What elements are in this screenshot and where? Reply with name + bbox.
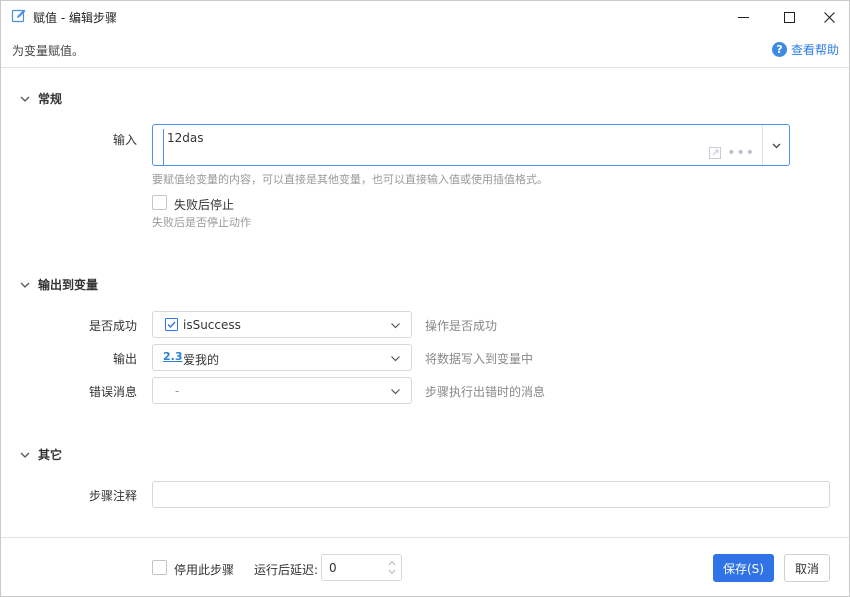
- maximize-button[interactable]: [767, 1, 811, 33]
- delay-stepper[interactable]: 0: [321, 554, 402, 581]
- section-header-other[interactable]: 其它: [19, 446, 62, 463]
- output-variable-select[interactable]: 2.3 爱我的: [152, 344, 412, 371]
- success-note: 操作是否成功: [425, 319, 498, 333]
- output-label: 输出: [112, 352, 137, 366]
- input-hint: 要赋值给变量的内容，可以直接是其他变量，也可以直接输入值或使用插值格式。: [152, 173, 548, 186]
- error-variable-select[interactable]: -: [152, 377, 412, 404]
- section-title: 其它: [38, 448, 63, 462]
- value-input[interactable]: 12das •••: [152, 124, 790, 166]
- success-label: 是否成功: [88, 319, 137, 333]
- edit-icon: [11, 9, 26, 23]
- disable-step-label: 停用此步骤: [174, 563, 235, 577]
- chevron-down-icon: [20, 452, 30, 458]
- success-variable-select[interactable]: isSuccess: [152, 311, 412, 338]
- output-note: 将数据写入到变量中: [425, 352, 534, 366]
- cancel-button[interactable]: 取消: [784, 554, 830, 582]
- expand-icon[interactable]: [709, 147, 722, 159]
- stop-on-fail-label: 失败后停止: [174, 198, 235, 212]
- chevron-down-icon: [20, 96, 30, 102]
- input-dropdown-button[interactable]: [762, 125, 789, 165]
- more-icon[interactable]: •••: [727, 146, 755, 160]
- close-button[interactable]: [807, 1, 850, 33]
- section-header-general[interactable]: 常规: [19, 90, 62, 107]
- error-note: 步骤执行出错时的消息: [425, 385, 546, 399]
- title-bar: 赋值 - 编辑步骤: [1, 1, 849, 33]
- section-title: 常规: [38, 92, 63, 106]
- step-note-input[interactable]: [152, 481, 830, 508]
- step-note-label: 步骤注释: [88, 489, 137, 503]
- number-type-icon: 2.3: [163, 350, 183, 363]
- window-title: 赋值 - 编辑步骤: [33, 11, 117, 25]
- section-header-output[interactable]: 输出到变量: [19, 276, 98, 293]
- checkbox-checked-icon: [165, 318, 178, 331]
- output-variable-value: 爱我的: [183, 353, 220, 367]
- success-variable-value: isSuccess: [183, 318, 241, 332]
- header-divider: [1, 67, 849, 68]
- chevron-down-icon: [20, 282, 30, 288]
- input-focus-bar: [163, 129, 164, 165]
- chevron-down-icon: [772, 143, 780, 148]
- help-link[interactable]: ? 查看帮助: [771, 41, 839, 58]
- help-label: 查看帮助: [790, 43, 839, 57]
- chevron-down-icon: [391, 356, 400, 362]
- section-title: 输出到变量: [38, 278, 99, 292]
- chevron-up-icon[interactable]: [388, 560, 396, 566]
- stepper-arrows: [388, 560, 396, 575]
- footer-divider: [1, 537, 849, 538]
- edit-step-dialog: 赋值 - 编辑步骤 为变量赋值。 ? 查看帮助 常规 输入 12das •••: [0, 0, 850, 597]
- input-label: 输入: [112, 133, 137, 147]
- delay-value: 0: [329, 561, 337, 575]
- disable-step-checkbox[interactable]: [152, 560, 167, 575]
- close-icon: [823, 11, 835, 23]
- delay-label: 运行后延迟:: [254, 563, 319, 577]
- input-value: 12das: [167, 131, 204, 145]
- minimize-button[interactable]: [721, 1, 765, 33]
- question-circle-icon: ?: [771, 42, 787, 57]
- input-tools: •••: [709, 146, 755, 160]
- chevron-down-icon: [391, 389, 400, 395]
- save-button[interactable]: 保存(S): [713, 554, 774, 582]
- stop-on-fail-hint: 失败后是否停止动作: [152, 216, 251, 229]
- chevron-down-icon: [391, 323, 400, 329]
- stop-on-fail-checkbox[interactable]: [152, 195, 167, 210]
- minimize-icon: [737, 16, 749, 18]
- dialog-description: 为变量赋值。: [12, 44, 85, 58]
- chevron-down-icon[interactable]: [388, 569, 396, 575]
- error-label: 错误消息: [88, 385, 137, 399]
- maximize-icon: [783, 11, 795, 23]
- error-variable-value: -: [175, 384, 180, 398]
